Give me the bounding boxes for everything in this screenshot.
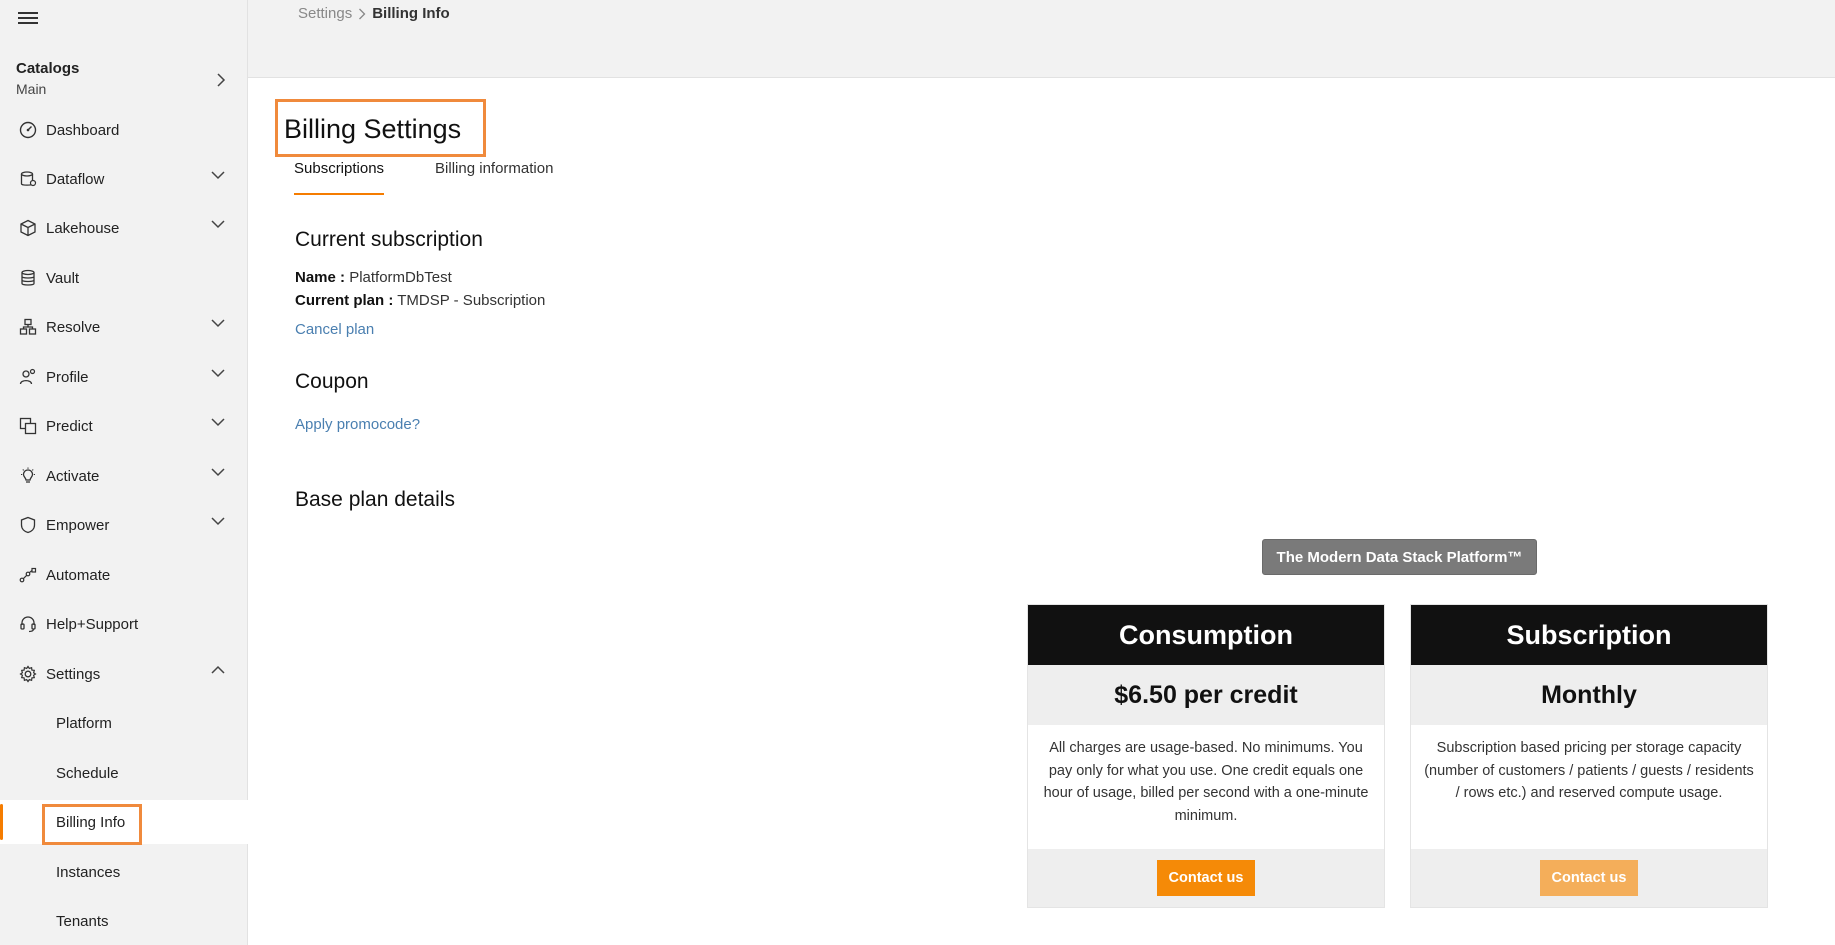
current-subscription-heading: Current subscription [295, 228, 483, 251]
sidebar-item-lakehouse[interactable]: Lakehouse [0, 206, 248, 250]
chevron-up-icon [211, 665, 225, 674]
gear-icon [18, 664, 38, 684]
plan-card-price: Monthly [1411, 665, 1767, 725]
plan-card-description: Subscription based pricing per storage c… [1424, 740, 1754, 801]
plan-card-title: Subscription [1411, 605, 1767, 665]
sidebar-item-label: Dataflow [46, 170, 105, 188]
sidebar-item-label: Activate [46, 467, 100, 485]
sidebar: Catalogs Main Dashboard Dataflow Lakehou… [0, 0, 248, 945]
catalogs-value: Main [16, 81, 47, 97]
coupon-heading: Coupon [295, 370, 369, 393]
apply-promocode-link[interactable]: Apply promocode? [295, 416, 420, 433]
sidebar-item-label: Profile [46, 368, 89, 386]
sidebar-subitem-label: Schedule [56, 764, 119, 782]
sidebar-item-label: Automate [46, 566, 111, 584]
sidebar-item-profile[interactable]: Profile [0, 355, 248, 399]
sidebar-item-label: Empower [46, 516, 110, 534]
plan-card-consumption: Consumption $6.50 per credit All charges… [1027, 604, 1385, 908]
sidebar-item-automate[interactable]: Automate [0, 553, 248, 597]
dashboard-icon [18, 120, 38, 140]
chevron-down-icon [211, 319, 225, 328]
chevron-down-icon [211, 418, 225, 427]
sidebar-subitem-instances[interactable]: Instances [0, 850, 248, 894]
database-icon [18, 268, 38, 288]
name-value: PlatformDbTest [349, 269, 452, 286]
sidebar-subitem-label: Tenants [56, 912, 109, 930]
sidebar-item-vault[interactable]: Vault [0, 256, 248, 300]
base-plan-heading: Base plan details [295, 488, 455, 511]
name-label: Name : [295, 269, 346, 286]
breadcrumb-current: Billing Info [372, 5, 450, 22]
cube-icon [18, 218, 38, 238]
tab-subscriptions[interactable]: Subscriptions [294, 160, 385, 195]
sidebar-subitem-tenants[interactable]: Tenants [0, 899, 248, 943]
sidebar-item-empower[interactable]: Empower [0, 503, 248, 547]
subscription-name-row: Name : PlatformDbTest [295, 269, 452, 286]
catalog-selector[interactable]: Catalogs Main [16, 60, 232, 102]
sidebar-subitem-label: Instances [56, 863, 121, 881]
breadcrumb: Settings Billing Info [298, 5, 450, 22]
sidebar-item-dashboard[interactable]: Dashboard [0, 108, 248, 152]
plan-card-footer: Contact us [1411, 849, 1767, 907]
current-plan-row: Current plan : TMDSP - Subscription [295, 292, 545, 309]
plan-card-description: All charges are usage-based. No minimums… [1043, 740, 1369, 824]
shield-icon [18, 515, 38, 535]
platform-label: The Modern Data Stack Platform™ [1262, 539, 1537, 575]
breadcrumb-parent-link[interactable]: Settings [298, 5, 352, 22]
lightbulb-icon [18, 466, 38, 486]
current-plan-label: Current plan : [295, 292, 394, 309]
sidebar-item-label: Lakehouse [46, 219, 120, 237]
sidebar-item-predict[interactable]: Predict [0, 404, 248, 448]
hamburger-menu-icon[interactable] [18, 12, 38, 26]
sidebar-item-dataflow[interactable]: Dataflow [0, 157, 248, 201]
tab-billing-information[interactable]: Billing information [435, 160, 553, 195]
chevron-down-icon [211, 468, 225, 477]
contact-us-button[interactable]: Contact us [1156, 860, 1256, 896]
sidebar-item-resolve[interactable]: Resolve [0, 305, 248, 349]
chevron-down-icon [211, 220, 225, 229]
catalogs-title: Catalogs [16, 60, 80, 77]
highlight-box [42, 804, 142, 845]
plan-card-subscription: Subscription Monthly Subscription based … [1410, 604, 1768, 908]
sidebar-subitem-label: Platform [56, 714, 112, 732]
cancel-plan-link[interactable]: Cancel plan [295, 321, 374, 338]
sidebar-item-help-support[interactable]: Help+Support [0, 602, 248, 646]
sidebar-item-label: Help+Support [46, 615, 139, 633]
predict-icon [18, 416, 38, 436]
current-plan-value: TMDSP - Subscription [397, 292, 546, 309]
contact-us-button[interactable]: Contact us [1539, 860, 1639, 896]
sidebar-subitem-schedule[interactable]: Schedule [0, 751, 248, 795]
sidebar-item-label: Settings [46, 665, 101, 683]
plan-card-footer: Contact us [1028, 849, 1384, 907]
chevron-right-icon [217, 73, 226, 87]
top-bar: Settings Billing Info [248, 0, 1835, 78]
sidebar-item-label: Dashboard [46, 121, 120, 139]
chevron-right-icon [359, 8, 366, 19]
sidebar-item-label: Vault [46, 269, 80, 287]
chevron-down-icon [211, 171, 225, 180]
automate-icon [18, 565, 38, 585]
profile-icon [18, 367, 38, 387]
sidebar-item-activate[interactable]: Activate [0, 454, 248, 498]
sidebar-item-label: Resolve [46, 318, 101, 336]
headset-icon [18, 614, 38, 634]
chevron-down-icon [211, 369, 225, 378]
plan-card-price: $6.50 per credit [1028, 665, 1384, 725]
sidebar-item-label: Predict [46, 417, 93, 435]
dataflow-icon [18, 169, 38, 189]
sidebar-item-settings[interactable]: Settings [0, 652, 248, 696]
resolve-icon [18, 317, 38, 337]
sidebar-subitem-platform[interactable]: Platform [0, 701, 248, 745]
highlight-box [275, 99, 486, 157]
tab-bar: Subscriptions Billing information [294, 160, 553, 195]
chevron-down-icon [211, 517, 225, 526]
plan-card-title: Consumption [1028, 605, 1384, 665]
